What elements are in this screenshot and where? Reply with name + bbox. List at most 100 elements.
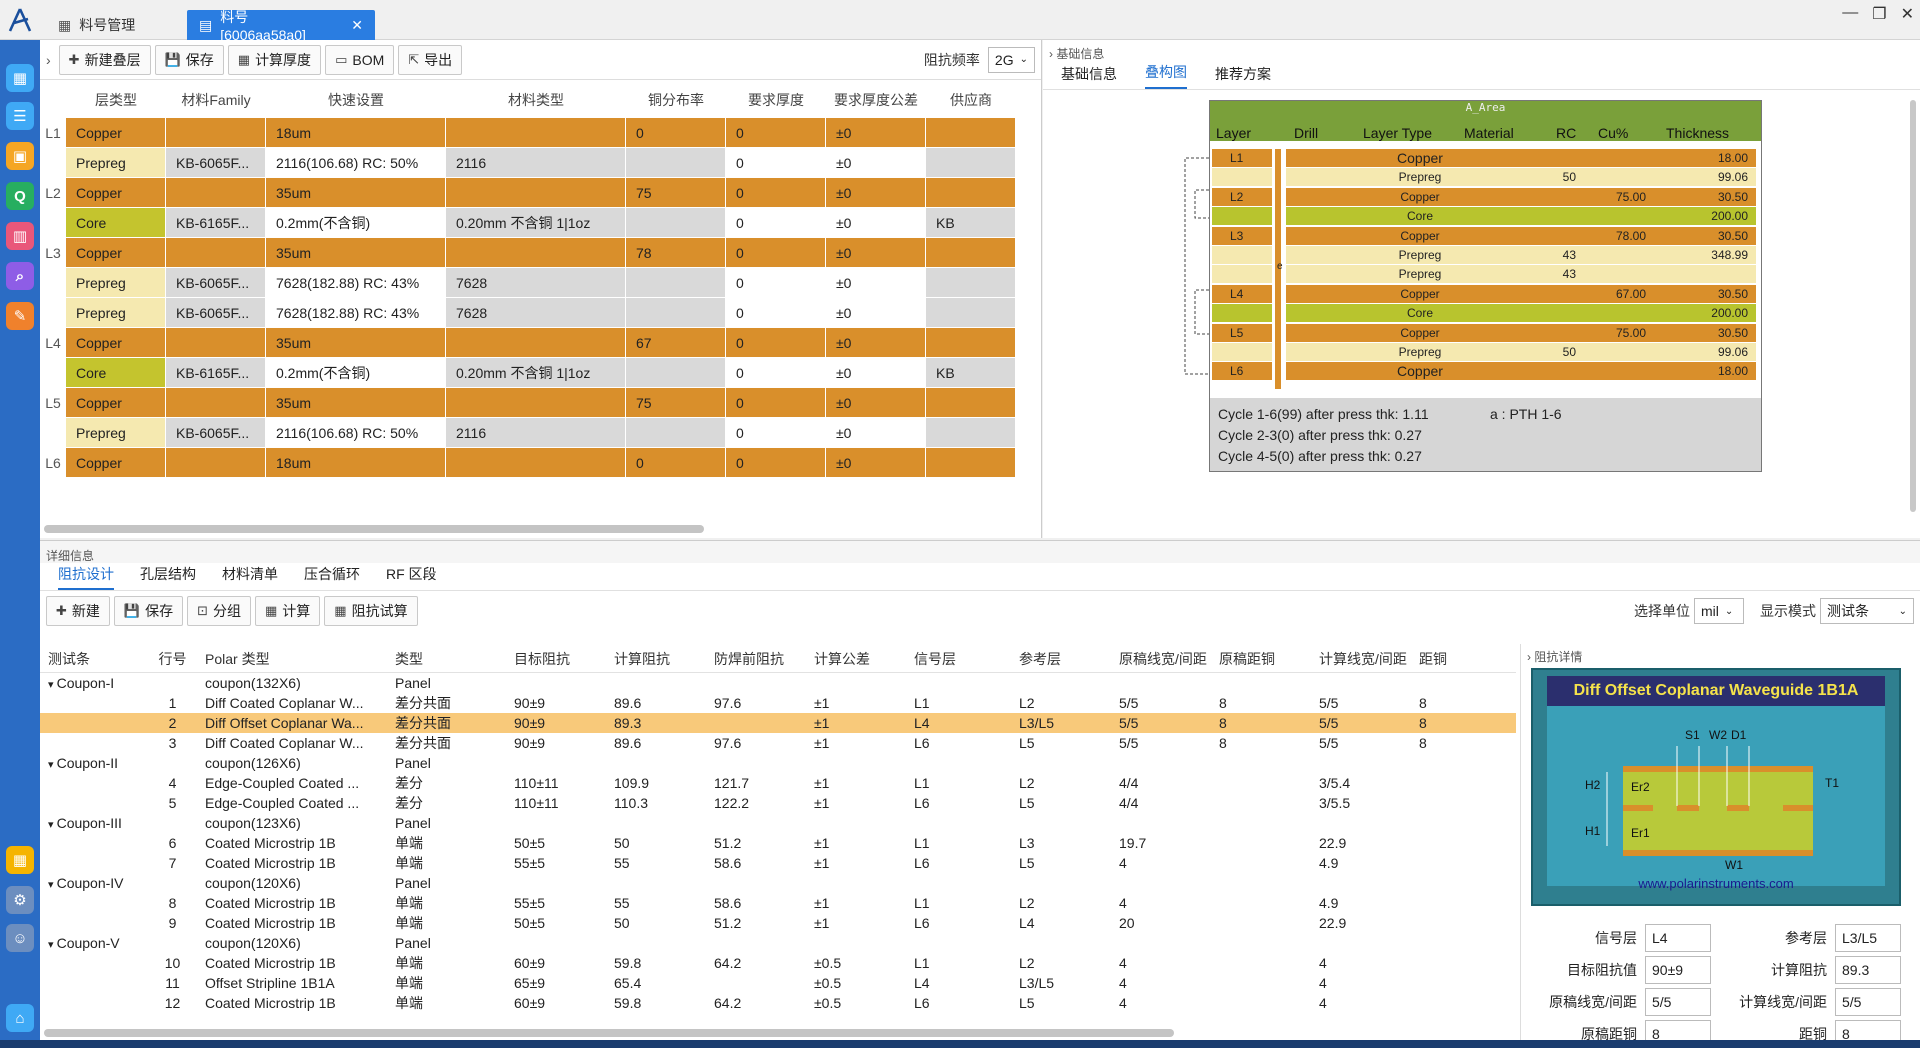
stack-cell[interactable]: KB-6065F... [166,298,266,328]
stack-cell[interactable] [166,118,266,148]
stack-cell[interactable]: 7628(182.88) RC: 43% [266,268,446,298]
calc-input[interactable]: 89.3 [1835,956,1901,984]
tab-basic-info[interactable]: 基础信息 [1061,64,1117,89]
stack-cell[interactable]: Core [66,358,166,388]
imp-col-header[interactable]: 行号 [150,649,195,669]
table-row[interactable]: 1 Diff Coated Coplanar W... 差分共面 90±9 89.6 97… [40,693,1516,713]
stack-cell[interactable] [166,238,266,268]
stack-cell[interactable]: ±0 [826,418,926,448]
imp-col-header[interactable]: 计算阻抗 [609,649,709,669]
export-button[interactable]: ⇱ 导出 [398,44,463,75]
sidebar-apps-icon[interactable]: ▦ [6,846,34,874]
stack-cell[interactable]: Copper [66,118,166,148]
stack-cell[interactable]: Prepreg [66,148,166,178]
table-row[interactable]: 5 Edge-Coupled Coated ... 差分 110±11 110.3 122… [40,793,1516,813]
stack-cell[interactable]: 0.2mm(不含铜) [266,208,446,238]
stack-cell[interactable] [166,448,266,478]
stack-cell[interactable] [626,268,726,298]
stack-cell[interactable] [926,418,1016,448]
calcw-input[interactable]: 5/5 [1835,988,1901,1016]
target-input[interactable]: 90±9 [1645,956,1711,984]
imp-col-header[interactable]: 计算公差 [809,649,909,669]
stack-row[interactable]: L3 Copper 35um 78 0 ±0 [40,238,1040,268]
imp-col-header[interactable]: 防焊前阻抗 [709,649,809,669]
stack-cell[interactable]: KB-6165F... [166,208,266,238]
collapse-icon[interactable]: ▾ [48,759,57,771]
sidebar-search-icon[interactable]: ⌕ [6,262,34,290]
stack-cell[interactable]: 35um [266,238,446,268]
save-button[interactable]: 💾 保存 [154,44,224,75]
stack-cell[interactable]: 0 [626,448,726,478]
bom-button[interactable]: ▭ BOM [325,44,395,75]
tab-recommended[interactable]: 推荐方案 [1215,64,1271,89]
table-row[interactable]: 10 Coated Microstrip 1B 单端 60±9 59.8 64.2 ±0.5… [40,953,1516,973]
stack-cell[interactable]: ±0 [826,298,926,328]
stack-cell[interactable]: 2116(106.68) RC: 50% [266,148,446,178]
close-window-icon[interactable]: ✕ [1901,4,1914,24]
stack-cell[interactable] [926,268,1016,298]
stack-row[interactable]: L1 Copper 18um 0 0 ±0 [40,118,1040,148]
stack-cell[interactable]: ±0 [826,148,926,178]
stack-row[interactable]: L6 Copper 18um 0 0 ±0 [40,448,1040,478]
stack-col-header[interactable]: 铜分布率 [626,86,726,114]
stack-cell[interactable]: 35um [266,328,446,358]
stack-cell[interactable]: Core [66,208,166,238]
stack-cell[interactable] [446,328,626,358]
stack-cell[interactable]: ±0 [826,238,926,268]
sidebar-book-icon[interactable]: ▥ [6,222,34,250]
stack-cell[interactable]: ±0 [826,118,926,148]
stack-cell[interactable]: Prepreg [66,268,166,298]
stack-cell[interactable]: 0.20mm 不含铜 1|1oz [446,208,626,238]
stack-cell[interactable]: KB-6165F... [166,358,266,388]
restore-icon[interactable]: ❐ [1872,4,1886,24]
stack-cell[interactable] [926,388,1016,418]
stack-cell[interactable]: 7628 [446,268,626,298]
imp-col-header[interactable]: 类型 [389,649,509,669]
stack-cell[interactable]: 78 [626,238,726,268]
stack-col-header[interactable]: 要求厚度 [726,86,826,114]
new-button[interactable]: ✚ 新建 [46,596,110,626]
stack-cell[interactable]: 0 [726,208,826,238]
tab-impedance[interactable]: 阻抗设计 [58,564,114,590]
stack-cell[interactable] [166,328,266,358]
stack-cell[interactable] [926,148,1016,178]
stack-cell[interactable]: 0 [726,358,826,388]
sidebar-q-icon[interactable]: Q [6,182,34,210]
stack-cell[interactable] [926,178,1016,208]
sidebar-wrench-icon[interactable]: ✎ [6,302,34,330]
stack-cell[interactable]: 0 [626,118,726,148]
stack-cell[interactable] [926,448,1016,478]
stack-cell[interactable]: 18um [266,448,446,478]
group-row[interactable]: ▾ Coupon-IV coupon(120X6) Panel [40,873,1516,893]
stack-cell[interactable]: 35um [266,388,446,418]
stack-cell[interactable]: Copper [66,388,166,418]
tab-press-cycle[interactable]: 压合循环 [304,564,360,590]
stack-row[interactable]: Prepreg KB-6065F... 2116(106.68) RC: 50% 21… [40,418,1040,448]
stack-row[interactable]: Prepreg KB-6065F... 7628(182.88) RC: 43% 76… [40,268,1040,298]
table-row[interactable]: 3 Diff Coated Coplanar W... 差分共面 90±9 89.6 97… [40,733,1516,753]
imp-col-header[interactable]: 测试条 [40,649,150,669]
stack-cell[interactable]: 75 [626,388,726,418]
stack-cell[interactable] [626,418,726,448]
stack-cell[interactable]: 0.20mm 不含铜 1|1oz [446,358,626,388]
stack-cell[interactable]: KB [926,358,1016,388]
stack-cell[interactable]: ±0 [826,358,926,388]
stack-cell[interactable]: 2116 [446,418,626,448]
stack-cell[interactable]: ±0 [826,388,926,418]
stack-cell[interactable]: Prepreg [66,418,166,448]
stack-row[interactable]: L4 Copper 35um 67 0 ±0 [40,328,1040,358]
stack-cell[interactable]: 0 [726,298,826,328]
imp-col-header[interactable]: 参考层 [1014,649,1114,669]
collapse-icon[interactable]: ▾ [48,879,57,891]
table-row[interactable]: 7 Coated Microstrip 1B 单端 55±5 55 58.6 ±1 L6 L5 4… [40,853,1516,873]
table-row[interactable]: 11 Offset Stripline 1B1A 单端 65±9 65.4 ±0.5 L4 L… [40,973,1516,993]
stack-row[interactable]: Core KB-6165F... 0.2mm(不含铜) 0.20mm 不含铜 1|1o… [40,358,1040,388]
stack-cell[interactable]: 75 [626,178,726,208]
table-row[interactable]: 2 Diff Offset Coplanar Wa... 差分共面 90±9 89.3 ±… [40,713,1516,733]
save-button[interactable]: 💾 保存 [113,596,184,626]
stack-cell[interactable] [166,388,266,418]
group-button[interactable]: ⊡ 分组 [187,596,251,626]
stack-cell[interactable] [926,238,1016,268]
tab-part-detail[interactable]: ▤ 料号[6006aa58a0] ✕ [187,9,375,43]
minimize-icon[interactable]: — [1842,4,1858,24]
